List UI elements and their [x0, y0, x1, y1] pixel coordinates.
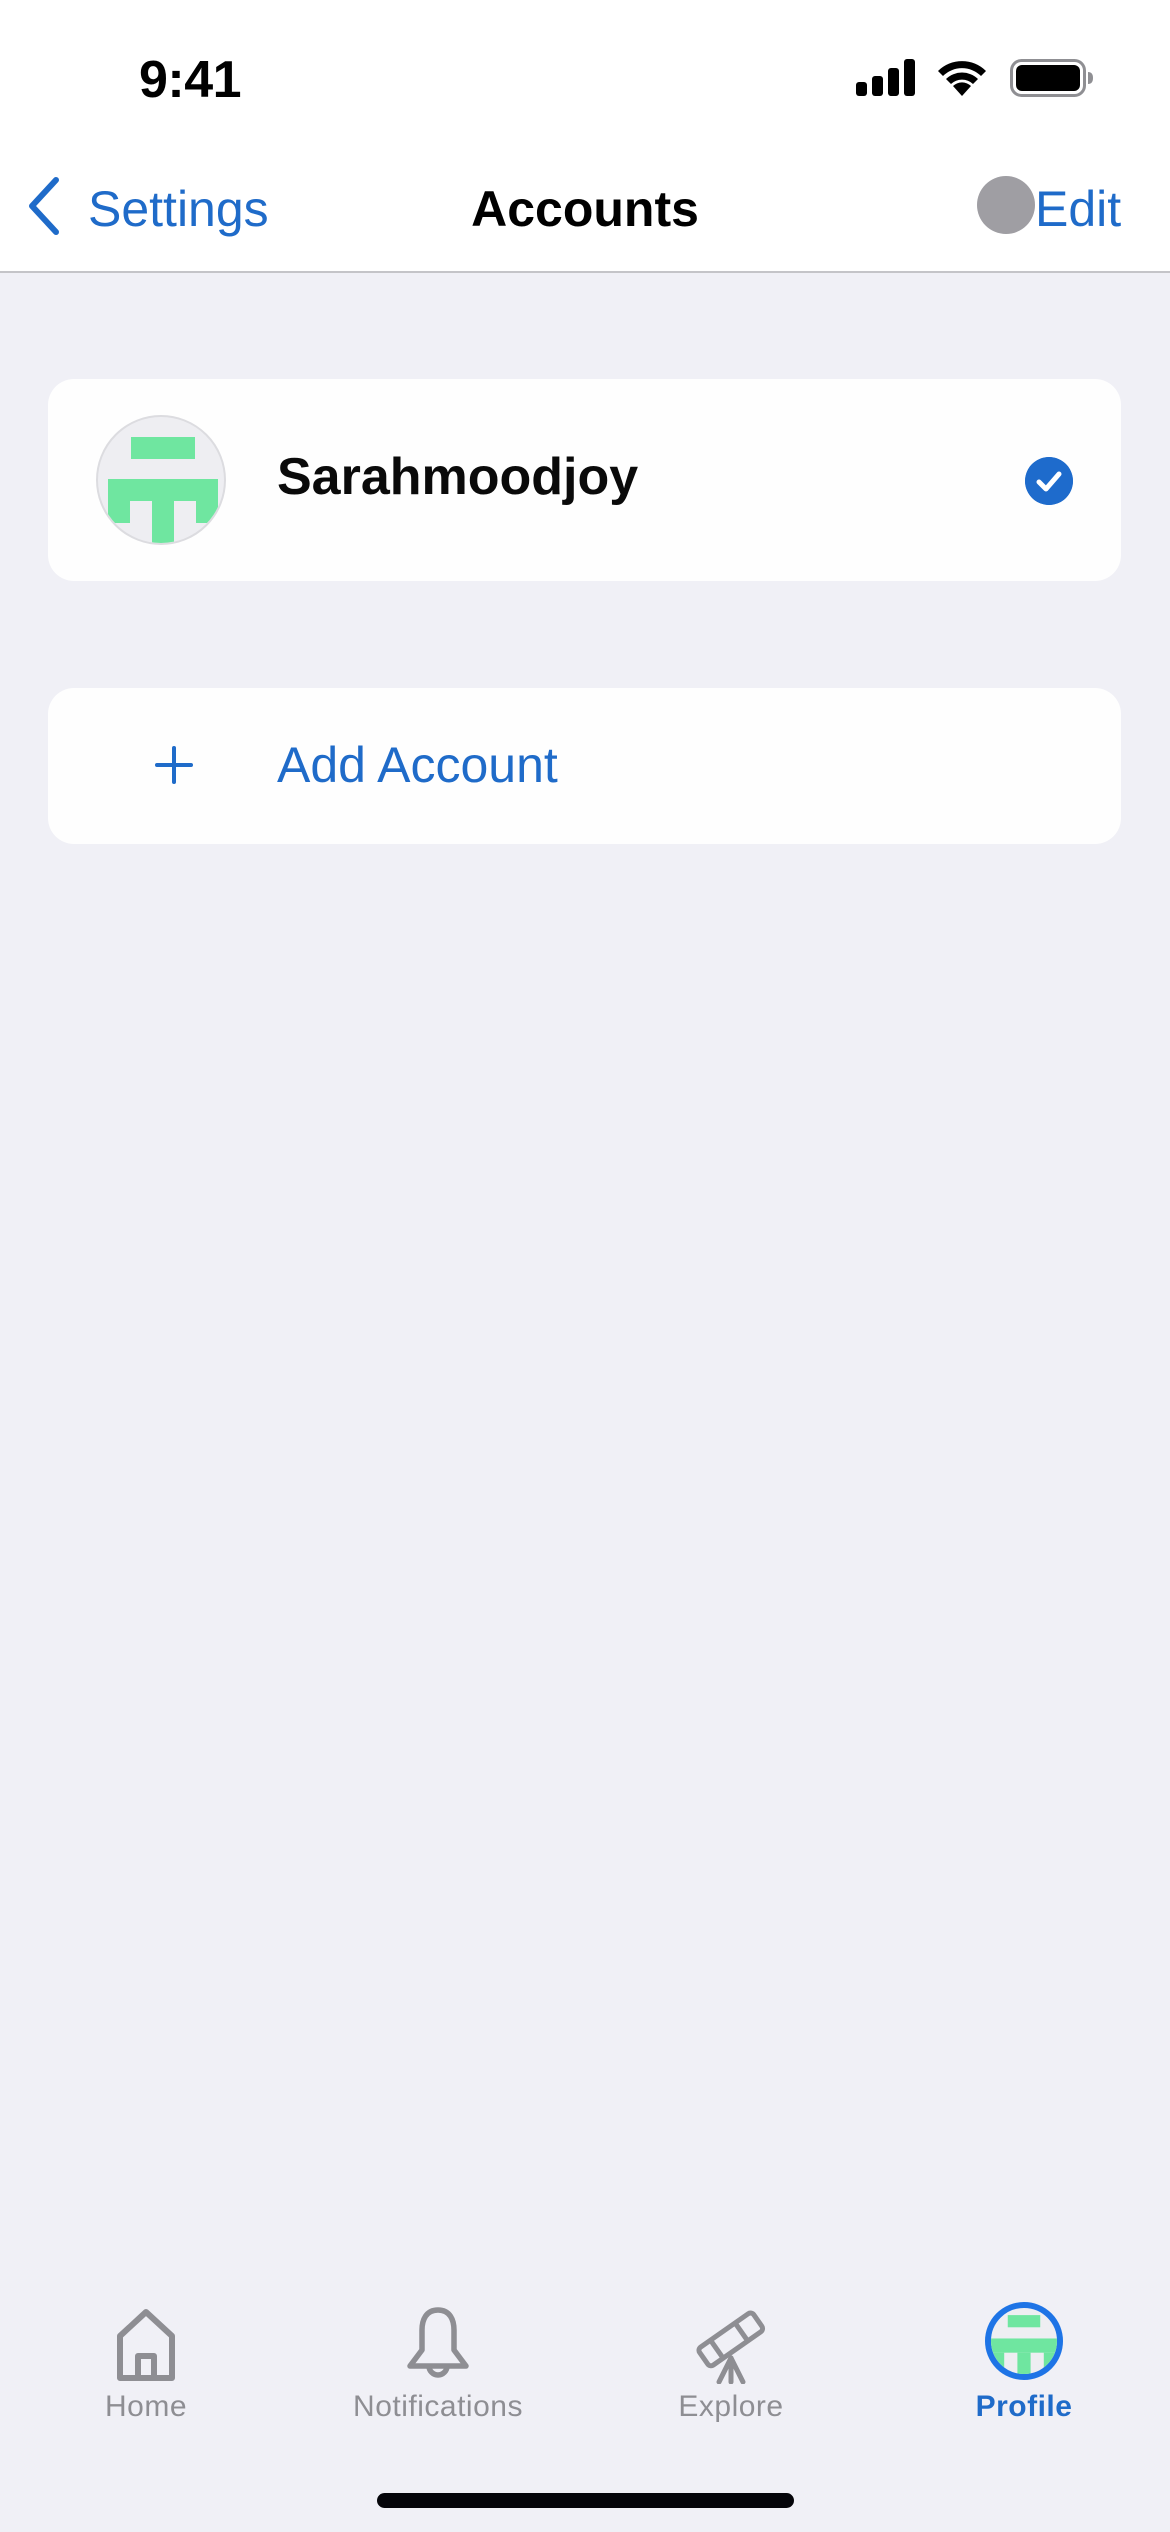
home-indicator [377, 2493, 794, 2508]
cellular-signal-icon [854, 58, 916, 96]
account-avatar [96, 415, 226, 545]
checkmark-circle-icon [1025, 457, 1073, 505]
edit-indicator-dot [977, 176, 1035, 234]
plus-icon [155, 746, 193, 784]
tab-home-label: Home [104, 2390, 188, 2423]
page-title: Accounts [471, 181, 699, 237]
bell-icon [407, 2307, 469, 2378]
add-account-button[interactable]: Add Account [48, 688, 1121, 844]
tab-profile[interactable]: Profile [904, 2270, 1144, 2440]
tab-notifications[interactable]: Notifications [318, 2270, 558, 2440]
tab-profile-label: Profile [975, 2390, 1073, 2423]
battery-icon [1010, 59, 1093, 97]
tab-explore-label: Explore [678, 2390, 784, 2423]
tab-explore[interactable]: Explore [611, 2270, 851, 2440]
accounts-screen: 9:41 Settings Accounts Edit Sarahmoodjoy… [0, 0, 1170, 2532]
identicon-avatar-icon [108, 437, 218, 543]
header: 9:41 Settings Accounts Edit [0, 0, 1170, 273]
house-icon [117, 2309, 175, 2381]
telescope-icon [696, 2310, 766, 2384]
edit-button[interactable]: Edit [1035, 180, 1121, 238]
status-time: 9:41 [139, 51, 242, 109]
profile-avatar-icon [985, 2302, 1063, 2380]
wifi-icon [938, 61, 986, 96]
account-row[interactable]: Sarahmoodjoy [48, 379, 1121, 581]
status-icons [854, 58, 1094, 100]
identicon-avatar-icon [991, 2315, 1057, 2374]
add-account-label: Add Account [277, 737, 558, 793]
tab-home[interactable]: Home [26, 2270, 266, 2440]
account-name: Sarahmoodjoy [277, 448, 639, 506]
tab-notifications-label: Notifications [353, 2390, 523, 2423]
